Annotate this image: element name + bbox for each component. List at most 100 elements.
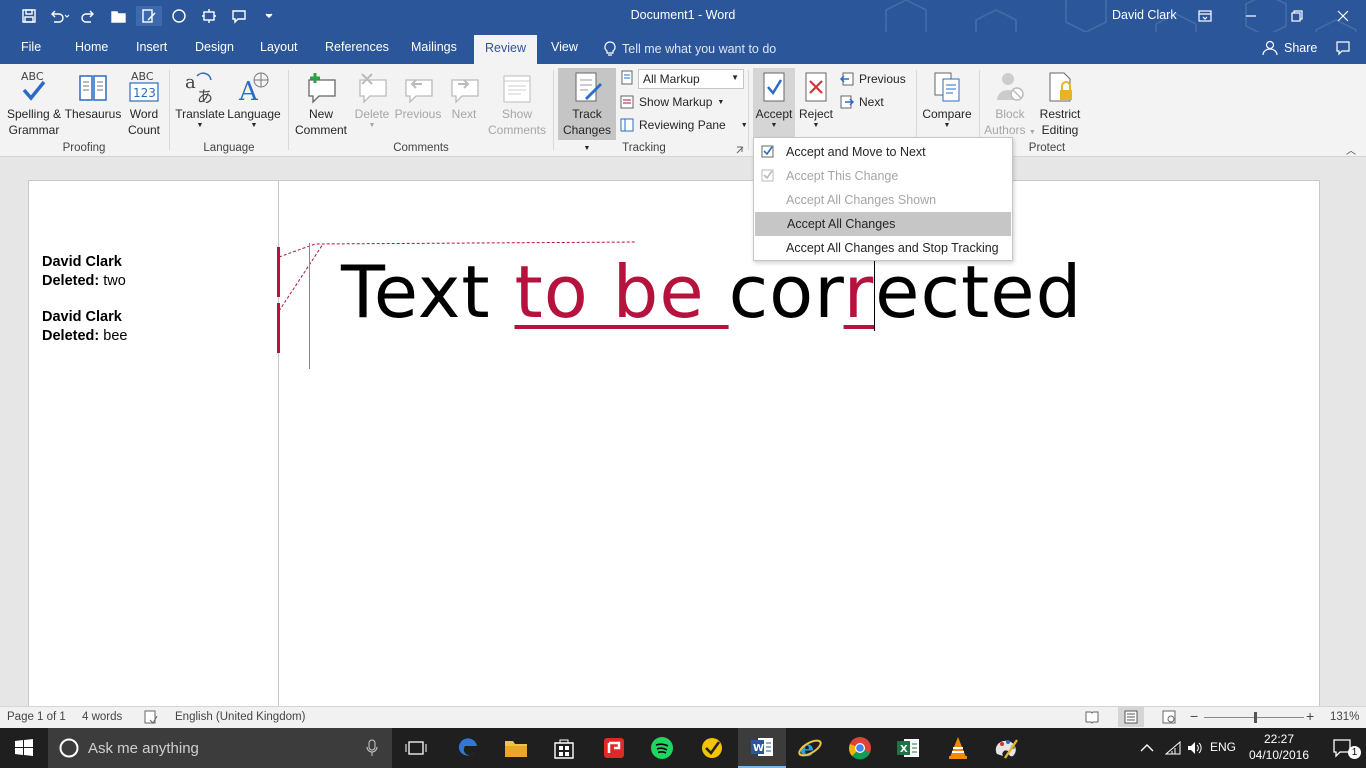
compare-button[interactable]: Compare ▼: [920, 68, 974, 130]
tab-review[interactable]: Review: [474, 35, 537, 64]
document-page[interactable]: David Clark Deleted: two David Clark Del…: [28, 180, 1320, 711]
document-text[interactable]: Text to be corrected: [341, 255, 1082, 331]
restrict-editing-button[interactable]: Restrict Editing: [1036, 68, 1084, 138]
account-name[interactable]: David Clark: [1112, 8, 1177, 22]
show-markup-button[interactable]: Show Markup ▼: [620, 92, 724, 112]
tell-me-search[interactable]: Tell me what you want to do: [604, 41, 776, 57]
next-comment-button[interactable]: Next: [442, 68, 486, 122]
previous-change-button[interactable]: Previous: [840, 69, 906, 89]
menu-accept-all-shown[interactable]: Accept All Changes Shown: [754, 188, 1012, 212]
menu-accept-all-stop-tracking[interactable]: Accept All Changes and Stop Tracking: [754, 236, 1012, 260]
tab-mailings[interactable]: Mailings: [411, 40, 457, 54]
edge-icon[interactable]: [444, 728, 492, 768]
zoom-out-button[interactable]: −: [1190, 708, 1198, 724]
read-mode-icon[interactable]: [1085, 710, 1099, 724]
cortana-search-box[interactable]: Ask me anything: [48, 728, 392, 768]
tab-file[interactable]: File: [21, 40, 41, 54]
web-layout-icon[interactable]: [1162, 710, 1176, 724]
translate-icon: aあ: [185, 72, 213, 104]
redo-icon[interactable]: [76, 6, 102, 26]
track-changes-icon[interactable]: [136, 6, 162, 26]
tab-view[interactable]: View: [551, 40, 578, 54]
markup-select[interactable]: All Markup ▼: [638, 69, 744, 89]
show-hidden-icons-chevron[interactable]: [1140, 743, 1154, 753]
circle-shape-icon[interactable]: [166, 6, 192, 26]
excel-icon[interactable]: X: [884, 728, 932, 768]
language-button[interactable]: A Language ▼: [226, 68, 282, 130]
restore-icon[interactable]: [1274, 0, 1320, 32]
accept-change-icon: [761, 145, 774, 158]
reject-button[interactable]: Reject ▼: [796, 68, 836, 130]
comments-label: Comments: [487, 123, 546, 137]
delete-comment-button[interactable]: Delete ▼: [350, 68, 394, 130]
reviewing-pane-button[interactable]: Reviewing Pane ▼: [620, 115, 748, 135]
file-explorer-icon[interactable]: [492, 728, 540, 768]
tab-references[interactable]: References: [325, 40, 389, 54]
block-authors-button[interactable]: Block Authors ▼: [984, 68, 1036, 141]
undo-icon[interactable]: [46, 6, 72, 26]
tab-home[interactable]: Home: [75, 40, 108, 54]
internet-explorer-icon[interactable]: e: [786, 728, 834, 768]
word-count-button[interactable]: ABC 123 Word Count: [122, 68, 166, 138]
spelling-grammar-button[interactable]: ABC Spelling & Grammar: [4, 68, 64, 138]
track-changes-button[interactable]: Track Changes ▼: [558, 68, 616, 152]
volume-icon[interactable]: [1187, 741, 1203, 755]
move-icon[interactable]: [196, 6, 222, 26]
thesaurus-button[interactable]: Thesaurus: [64, 68, 122, 122]
minimize-icon[interactable]: [1228, 0, 1274, 32]
windows-start-button[interactable]: [0, 728, 48, 768]
flipboard-icon[interactable]: [590, 728, 638, 768]
collapse-ribbon-icon[interactable]: ︿: [1346, 142, 1356, 157]
previous-comment-button[interactable]: Previous: [394, 68, 442, 122]
task-view-icon[interactable]: [392, 728, 440, 768]
tab-design[interactable]: Design: [195, 40, 234, 54]
input-language[interactable]: ENG: [1210, 740, 1236, 754]
revision-balloon[interactable]: David Clark Deleted: bee: [42, 308, 127, 346]
balloon-author: David Clark: [42, 254, 122, 270]
store-icon[interactable]: [540, 728, 588, 768]
action-center-button[interactable]: 1: [1318, 728, 1366, 768]
zoom-in-button[interactable]: +: [1306, 708, 1314, 724]
word-count[interactable]: 4 words: [82, 711, 122, 723]
proofing-group-label: Proofing: [62, 142, 106, 154]
zoom-slider-thumb[interactable]: [1254, 712, 1257, 723]
comment-icon[interactable]: [226, 6, 252, 26]
open-folder-icon[interactable]: [106, 6, 132, 26]
chrome-icon[interactable]: [836, 728, 884, 768]
menu-accept-and-move-next[interactable]: Accept and Move to Next: [754, 140, 1012, 164]
share-button[interactable]: Share: [1262, 40, 1317, 56]
network-icon[interactable]: [1165, 741, 1181, 755]
vlc-icon[interactable]: [934, 728, 982, 768]
person-icon: [1262, 40, 1278, 56]
windows-taskbar: Ask me anything W e X ENG 22:27 04/10/20…: [0, 728, 1366, 768]
microphone-icon[interactable]: [366, 739, 378, 757]
changes-label: Changes: [562, 123, 612, 137]
menu-accept-all-changes[interactable]: Accept All Changes: [755, 212, 1011, 236]
language-status[interactable]: English (United Kingdom): [175, 711, 305, 723]
word-taskbar-icon[interactable]: W: [738, 728, 786, 768]
customize-qat-icon[interactable]: [256, 6, 282, 26]
save-icon[interactable]: [16, 6, 42, 26]
accept-button[interactable]: Accept ▼: [753, 68, 795, 140]
zoom-level[interactable]: 131%: [1330, 711, 1359, 723]
ribbon-display-options-icon[interactable]: [1182, 0, 1228, 32]
tab-layout[interactable]: Layout: [260, 40, 298, 54]
close-icon[interactable]: [1320, 0, 1366, 32]
translate-button[interactable]: aあ Translate ▼: [174, 68, 226, 130]
print-layout-button[interactable]: [1118, 707, 1144, 727]
norton-icon[interactable]: [688, 728, 736, 768]
tab-insert[interactable]: Insert: [136, 40, 167, 54]
spotify-icon[interactable]: [638, 728, 686, 768]
next-change-button[interactable]: Next: [840, 92, 884, 112]
revision-balloon[interactable]: David Clark Deleted: two: [42, 253, 126, 291]
grammar-label: Grammar: [8, 123, 60, 137]
page-count[interactable]: Page 1 of 1: [7, 711, 66, 723]
proofing-status-icon[interactable]: [144, 710, 158, 724]
dialog-launcher-icon[interactable]: [736, 146, 744, 154]
new-comment-button[interactable]: New Comment: [292, 68, 350, 138]
comments-pane-icon[interactable]: [1320, 32, 1366, 64]
paint-icon[interactable]: [982, 728, 1030, 768]
system-clock[interactable]: 22:27 04/10/2016: [1246, 731, 1312, 763]
menu-accept-this-change[interactable]: Accept This Change: [754, 164, 1012, 188]
show-comments-button[interactable]: Show Comments: [486, 68, 548, 138]
